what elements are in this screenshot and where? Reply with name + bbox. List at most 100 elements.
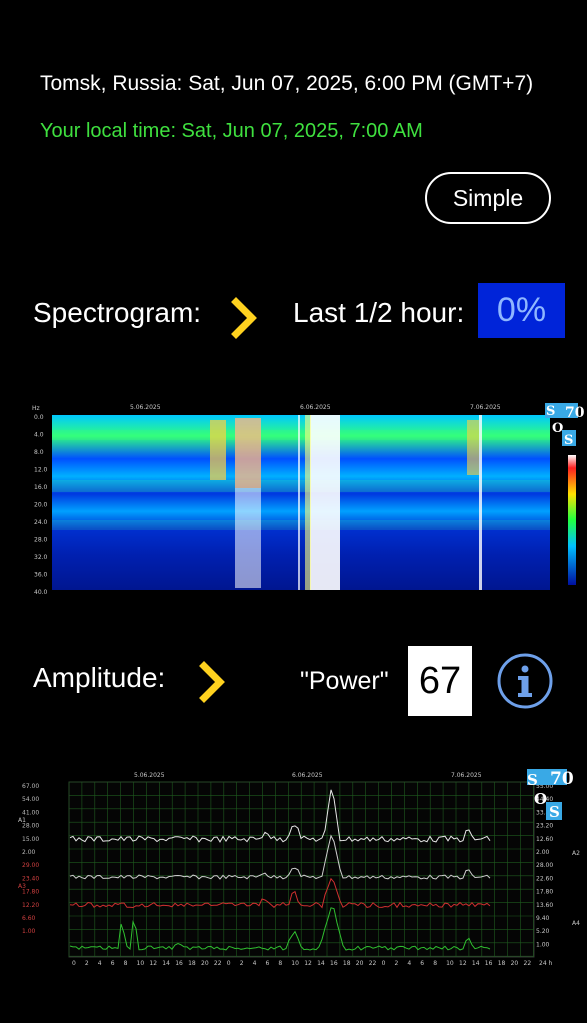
amp-right-tick: 5.20 [536,928,550,935]
amp-x-tick: 6 [111,960,115,967]
amp-right-tick: 1.00 [536,941,550,948]
amp-right-tick: 23.20 [536,823,553,830]
amplitude-chevron-icon[interactable] [196,660,228,704]
svg-text:70: 70 [550,769,574,789]
spec-y-unit: Hz [32,405,40,412]
local-time: Your local time: Sat, Jun 07, 2025, 7:00… [40,120,423,142]
amp-x-tick: 12 [459,960,467,967]
amp-right-tick: 9.40 [536,915,550,922]
spectrogram-label: Spectrogram: [33,297,202,328]
spec-date-3: 7.06.2025 [470,404,501,411]
spec-y-tick: 40.0 [34,589,48,596]
amp-left-tick: 6.60 [22,915,36,922]
amp-right-tick: 17.80 [536,889,553,896]
amp-x-tick: 8 [124,960,128,967]
svg-text:S: S [546,404,555,419]
amp-left-tick: 54.00 [22,796,39,803]
amp-x-tick: 2 [85,960,89,967]
amp-x-tick: 2 [395,960,399,967]
amp-x-tick: 16 [175,960,183,967]
amp-left-tick: 12.20 [22,902,39,909]
amplitude-label: Amplitude: [33,662,166,693]
amp-left-tick: 23.40 [22,875,39,882]
amp-x-tick: 6 [420,960,424,967]
amp-x-tick: 20 [356,960,364,967]
svg-text:S: S [527,771,538,789]
spec-y-tick: 36.0 [34,572,48,579]
spec-y-tick: 8.0 [34,449,44,456]
amp-left-tick: 29.00 [22,862,39,869]
amp-left-tick: 41.00 [22,809,39,816]
spec-y-tick: 16.0 [34,484,48,491]
amp-x-tick: 4 [407,960,411,967]
amp-left-tick: 2.00 [22,849,36,856]
last-half-hour-label: Last 1/2 hour: [293,297,465,328]
series-label-a1: A1 [18,817,26,824]
amp-right-tick: 28.00 [536,862,553,869]
amp-x-tick: 12 [304,960,312,967]
simple-button[interactable]: Simple [425,172,551,224]
amp-x-tick: 6 [266,960,270,967]
amp-x-tick: 0 [72,960,76,967]
amp-x-tick: 14 [317,960,325,967]
amp-x-tick: 20 [201,960,209,967]
amp-x-tick: 12 [149,960,157,967]
amp-left-tick: 67.00 [22,783,39,790]
amp-x-tick: 2 [240,960,244,967]
spec-y-tick: 4.0 [34,432,44,439]
amp-x-tick: 22 [369,960,377,967]
amp-x-tick: 20 [511,960,519,967]
spec-y-tick: 32.0 [34,554,48,561]
amp-right-tick: 12.60 [536,836,553,843]
amp-x-tick: 4 [98,960,102,967]
amp-x-tick: 14 [162,960,170,967]
power-value: 67 [408,646,472,716]
amp-right-tick: 13.60 [536,902,553,909]
amp-x-tick: 0 [382,960,386,967]
amp-x-tick: 10 [291,960,299,967]
amp-left-tick: 15.00 [22,836,39,843]
amp-x-tick: 22 [214,960,222,967]
power-label: "Power" [300,667,389,695]
amp-date-2: 6.06.2025 [292,772,323,779]
amp-x-tick: 8 [433,960,437,967]
amp-x-unit: 24 h [539,960,553,967]
svg-text:O: O [534,790,547,808]
svg-text:S: S [549,803,560,821]
amp-x-tick: 18 [343,960,351,967]
amp-x-tick: 4 [253,960,257,967]
svg-text:70: 70 [565,405,585,421]
amp-x-tick: 8 [278,960,282,967]
series-label-a4: A4 [572,920,580,927]
spec-y-tick: 24.0 [34,519,48,526]
amp-x-tick: 18 [188,960,196,967]
spec-y-tick: 28.0 [34,537,48,544]
series-label-a3: A3 [18,883,26,890]
series-label-a2: A2 [572,850,580,857]
amp-left-tick: 1.00 [22,928,36,935]
spec-y-tick: 12.0 [34,467,48,474]
spec-date-2: 6.06.2025 [300,404,331,411]
amp-date-1: 5.06.2025 [134,772,165,779]
amp-x-tick: 10 [137,960,145,967]
amp-x-tick: 0 [227,960,231,967]
amp-x-tick: 22 [524,960,532,967]
svg-text:S: S [564,433,573,448]
svg-text:O: O [552,421,563,436]
spectrogram-image: 5.06.2025 6.06.2025 7.06.2025 Hz 0.0 4.0 8… [30,400,586,600]
spec-y-tick: 0.0 [34,414,44,421]
amp-right-tick: 2.00 [536,849,550,856]
amplitude-chart: 5.06.2025 6.06.2025 7.06.2025 67.00 54.00… [14,765,587,970]
location-time: Tomsk, Russia: Sat, Jun 07, 2025, 6:00 P… [40,72,534,95]
amp-x-tick: 16 [330,960,338,967]
percent-badge: 0% [478,283,565,338]
amp-right-tick: 22.60 [536,875,553,882]
spectrogram-chevron-icon[interactable] [228,296,260,340]
spec-y-tick: 20.0 [34,502,48,509]
amp-x-tick: 18 [498,960,506,967]
amp-x-tick: 14 [472,960,480,967]
amp-date-3: 7.06.2025 [451,772,482,779]
spec-date-1: 5.06.2025 [130,404,161,411]
amp-x-tick: 10 [446,960,454,967]
info-icon[interactable] [496,652,554,710]
